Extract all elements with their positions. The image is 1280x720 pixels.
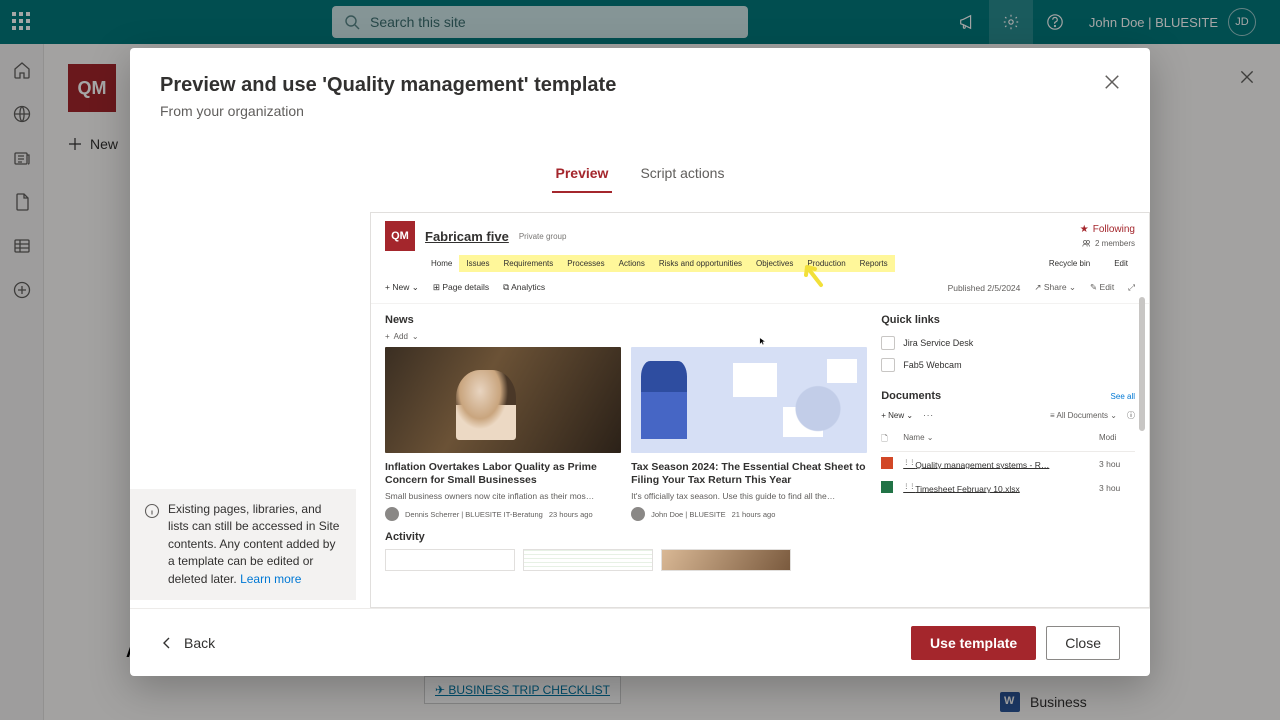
template-preview-dialog: Preview and use 'Quality management' tem… (130, 48, 1150, 676)
highlight-arrow-icon (797, 259, 827, 289)
news-card-desc: It's officially tax season. Use this gui… (631, 491, 867, 501)
dialog-title: Preview and use 'Quality management' tem… (160, 74, 1120, 97)
docs-info-icon[interactable]: ⓘ (1127, 410, 1135, 421)
news-card-desc: Small business owners now cite inflation… (385, 491, 621, 501)
preview-site-logo: QM (385, 221, 415, 251)
news-card-1[interactable]: Inflation Overtakes Labor Quality as Pri… (385, 347, 621, 521)
cmd-share[interactable]: ↗ Share ⌄ (1034, 282, 1076, 293)
template-preview: QM Fabricam five Private group ★Followin… (370, 212, 1150, 608)
link-icon (881, 336, 895, 350)
nav-requirements[interactable]: Requirements (496, 255, 560, 272)
activity-tile[interactable] (523, 549, 653, 571)
back-button[interactable]: Back (160, 635, 215, 651)
dialog-tabs: Preview Script actions (130, 155, 1150, 194)
author-avatar (631, 507, 645, 521)
activity-tile[interactable] (661, 549, 791, 571)
cmd-edit[interactable]: ✎ Edit (1090, 282, 1114, 293)
close-icon[interactable] (1102, 72, 1122, 92)
cmd-expand-icon[interactable]: ⤢ (1128, 282, 1135, 293)
cmd-new[interactable]: + New ⌄ (385, 282, 419, 293)
cmd-page-details[interactable]: ⊞ Page details (433, 282, 489, 293)
author-name: John Doe | BLUESITE (651, 510, 725, 519)
follow-toggle[interactable]: ★Following (1080, 224, 1135, 235)
nav-recycle-bin[interactable]: Recycle bin (1042, 255, 1097, 272)
published-label: Published 2/5/2024 (948, 283, 1021, 293)
preview-site-title[interactable]: Fabricam five (425, 229, 509, 244)
quicklink-jira[interactable]: Jira Service Desk (881, 332, 1135, 354)
news-card-title: Inflation Overtakes Labor Quality as Pri… (385, 461, 621, 487)
members-link[interactable]: 2 members (1080, 239, 1135, 248)
news-webpart: News + Add ⌄ Inflation Overtakes Labor Q… (385, 314, 867, 521)
quicklink-webcam[interactable]: Fab5 Webcam (881, 354, 1135, 376)
docs-more-icon[interactable]: ··· (923, 411, 934, 420)
see-all-link[interactable]: See all (1111, 392, 1135, 401)
powerpoint-file-icon (881, 457, 893, 469)
activity-heading: Activity (385, 531, 1135, 543)
doc-row-1[interactable]: ⋮⋮Quality management systems - R… 3 hou (881, 452, 1135, 476)
news-thumbnail (631, 347, 867, 453)
preview-privacy-label: Private group (519, 232, 567, 241)
nav-actions[interactable]: Actions (612, 255, 652, 272)
publish-time: 23 hours ago (549, 510, 593, 519)
link-icon (881, 358, 895, 372)
docs-new[interactable]: + New ⌄ (881, 411, 913, 420)
col-name[interactable]: Name ⌄ (903, 433, 1099, 447)
close-button[interactable]: Close (1046, 626, 1120, 660)
inner-scrollbar[interactable] (1139, 297, 1145, 431)
cmd-analytics[interactable]: ⧉ Analytics (503, 282, 545, 293)
preview-site-nav: Home Issues Requirements Processes Actio… (371, 255, 1149, 272)
nav-objectives[interactable]: Objectives (749, 255, 800, 272)
doc-row-2[interactable]: ⋮⋮Timesheet February 10.xlsx 3 hou (881, 476, 1135, 500)
learn-more-link[interactable]: Learn more (240, 572, 301, 586)
nav-issues[interactable]: Issues (459, 255, 496, 272)
docs-view-selector[interactable]: ≡ All Documents ⌄ (1050, 411, 1117, 420)
mouse-cursor-icon (759, 337, 767, 345)
news-heading: News (385, 314, 867, 326)
col-modified[interactable]: Modi (1099, 433, 1135, 447)
preview-command-bar: + New ⌄ ⊞ Page details ⧉ Analytics Publi… (371, 272, 1149, 304)
nav-reports[interactable]: Reports (853, 255, 895, 272)
col-icon: 🗋 (881, 433, 903, 447)
news-thumbnail (385, 347, 621, 453)
tab-script-actions[interactable]: Script actions (636, 155, 728, 193)
nav-edit[interactable]: Edit (1107, 255, 1135, 272)
excel-file-icon (881, 481, 893, 493)
quicklinks-heading: Quick links (881, 314, 1135, 326)
tab-preview[interactable]: Preview (552, 155, 613, 193)
chevron-left-icon (160, 636, 174, 650)
nav-home[interactable]: Home (431, 255, 459, 272)
author-avatar (385, 507, 399, 521)
news-card-2[interactable]: Tax Season 2024: The Essential Cheat She… (631, 347, 867, 521)
author-name: Dennis Scherrer | BLUESITE IT-Beratung (405, 510, 543, 519)
news-add-button[interactable]: + Add ⌄ (385, 332, 867, 341)
documents-heading: Documents (881, 390, 941, 402)
dialog-subtitle: From your organization (160, 103, 1120, 119)
news-card-title: Tax Season 2024: The Essential Cheat She… (631, 461, 867, 487)
info-icon (144, 503, 160, 519)
publish-time: 21 hours ago (732, 510, 776, 519)
use-template-button[interactable]: Use template (911, 626, 1036, 660)
activity-webpart: Activity (371, 531, 1149, 581)
nav-processes[interactable]: Processes (560, 255, 611, 272)
nav-risks[interactable]: Risks and opportunities (652, 255, 749, 272)
activity-tile[interactable] (385, 549, 515, 571)
info-callout: Existing pages, libraries, and lists can… (130, 489, 356, 600)
documents-table: 🗋 Name ⌄ Modi ⋮⋮Quality management syste… (881, 429, 1135, 500)
